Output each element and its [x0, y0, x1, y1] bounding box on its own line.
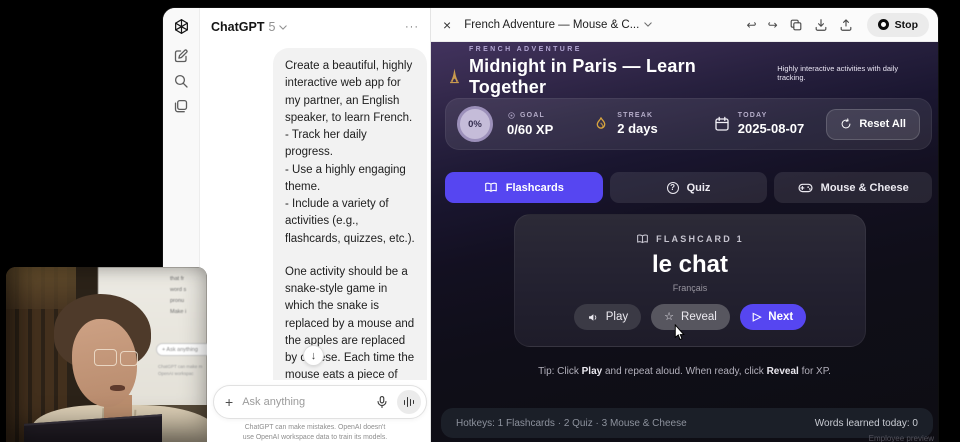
- waveform-icon: [404, 400, 406, 405]
- down-arrow-icon: ↓: [311, 350, 317, 362]
- attach-plus-icon[interactable]: +: [225, 394, 233, 410]
- words-learned-counter: Words learned today: 0: [815, 418, 918, 429]
- compose-icon: [173, 48, 189, 64]
- microphone-icon[interactable]: [375, 395, 389, 409]
- today-value: 2025-08-07: [738, 121, 805, 136]
- tab-label: Quiz: [687, 182, 711, 194]
- conversation-menu-button[interactable]: ···: [405, 21, 419, 33]
- webcam-overlay: that fr word s pronu Make i + Ask anythi…: [6, 267, 207, 442]
- stop-label: Stop: [895, 19, 918, 31]
- reveal-button[interactable]: ☆ Reveal: [651, 304, 730, 330]
- chat-panel: ChatGPT 5 ··· Create a beautiful, highly…: [200, 8, 430, 442]
- canvas-toolbar: ↩ ↪: [747, 13, 929, 37]
- flame-icon: [593, 116, 609, 132]
- streak-stat: STREAK 2 days: [593, 112, 657, 136]
- library-icon: [173, 98, 189, 114]
- app-header: FRENCH ADVENTURE Midnight in Paris — Lea…: [431, 42, 938, 100]
- undo-icon[interactable]: ↩: [747, 18, 757, 32]
- close-icon[interactable]: ×: [443, 17, 451, 33]
- app-tagline: Highly interactive activities with daily…: [777, 62, 928, 82]
- download-icon[interactable]: [814, 18, 828, 32]
- chat-disclaimer: ChatGPT can make mistakes. OpenAI doesn'…: [200, 423, 430, 442]
- flashcard-eyebrow: FLASHCARD 1: [515, 234, 865, 244]
- chevron-down-icon[interactable]: [644, 22, 652, 27]
- reset-all-button[interactable]: Reset All: [826, 109, 920, 140]
- new-chat-button[interactable]: [173, 48, 189, 64]
- book-icon: [636, 234, 649, 244]
- streak-value: 2 days: [617, 121, 657, 136]
- share-icon[interactable]: [839, 18, 853, 32]
- employee-preview-label: Employee preview: [869, 434, 934, 442]
- library-button[interactable]: [173, 98, 189, 114]
- hotkeys-text: Hotkeys: 1 Flashcards · 2 Quiz · 3 Mouse…: [456, 418, 687, 429]
- reset-all-label: Reset All: [859, 118, 906, 130]
- activity-tabs: Flashcards ? Quiz Mouse & Cheese: [445, 172, 932, 203]
- chevron-down-icon[interactable]: [279, 25, 287, 30]
- canvas-title: French Adventure — Mouse & C...: [464, 19, 639, 31]
- today-label: TODAY: [738, 112, 768, 119]
- webcam-vignette: [6, 267, 207, 442]
- composer[interactable]: + Ask anything: [213, 385, 427, 419]
- reset-icon: [840, 118, 852, 130]
- flashcard-eyebrow-label: FLASHCARD 1: [656, 234, 744, 244]
- model-name: ChatGPT: [211, 20, 264, 34]
- gamepad-icon: [798, 182, 813, 193]
- search-icon: [173, 73, 189, 89]
- play-button[interactable]: Play: [574, 304, 641, 330]
- copy-icon[interactable]: [789, 18, 803, 32]
- tab-mouse-cheese[interactable]: Mouse & Cheese: [774, 172, 932, 203]
- goal-value: 0/60 XP: [507, 122, 553, 137]
- star-icon: ☆: [664, 312, 674, 323]
- chat-header: ChatGPT 5 ···: [211, 16, 419, 38]
- disclaimer-line: use OpenAI workspace data to train its m…: [200, 433, 430, 442]
- hotkeys-bar: Hotkeys: 1 Flashcards · 2 Quiz · 3 Mouse…: [441, 408, 933, 438]
- eiffel-tower-icon: [449, 68, 460, 85]
- openai-logo-icon: [173, 18, 190, 35]
- flashcard-language: Français: [515, 283, 865, 293]
- stats-bar: 0% GOAL 0/60 XP: [445, 98, 932, 150]
- scroll-to-bottom-button[interactable]: ↓: [303, 345, 324, 366]
- tab-label: Flashcards: [506, 182, 564, 194]
- next-button[interactable]: ▷ Next: [740, 304, 806, 330]
- app-header-text: FRENCH ADVENTURE Midnight in Paris — Lea…: [469, 46, 777, 98]
- app-eyebrow: FRENCH ADVENTURE: [469, 46, 777, 53]
- voice-mode-button[interactable]: [397, 390, 421, 414]
- book-icon: [484, 182, 498, 193]
- chatgpt-window: ChatGPT 5 ··· Create a beautiful, highly…: [163, 8, 938, 442]
- redo-icon[interactable]: ↪: [768, 18, 778, 32]
- mouse-cursor: [674, 324, 686, 341]
- quiz-icon: ?: [667, 182, 679, 194]
- calendar-icon: [714, 116, 730, 132]
- chat-input[interactable]: Ask anything: [242, 396, 375, 408]
- goal-label: GOAL: [520, 112, 545, 119]
- tab-label: Mouse & Cheese: [821, 182, 909, 194]
- app-title: Midnight in Paris — Learn Together: [469, 56, 777, 98]
- goal-stat: GOAL 0/60 XP: [507, 111, 553, 137]
- progress-circle: 0%: [457, 106, 493, 142]
- tab-quiz[interactable]: ? Quiz: [610, 172, 768, 203]
- play-triangle-icon: ▷: [753, 312, 761, 323]
- canvas-panel: × French Adventure — Mouse & C... ↩ ↪: [430, 8, 938, 442]
- reveal-label: Reveal: [681, 311, 717, 323]
- tab-flashcards[interactable]: Flashcards: [445, 172, 603, 203]
- target-icon: [507, 111, 516, 120]
- stop-icon: [878, 19, 889, 30]
- play-label: Play: [606, 311, 628, 323]
- screen: ChatGPT 5 ··· Create a beautiful, highly…: [0, 0, 960, 442]
- flashcard-word: le chat: [515, 251, 865, 279]
- flashcard-buttons: Play ☆ Reveal ▷ Next: [515, 304, 865, 330]
- search-button[interactable]: [173, 73, 189, 89]
- model-version: 5: [268, 20, 275, 34]
- speaker-icon: [587, 312, 599, 323]
- streak-label: STREAK: [617, 112, 653, 119]
- today-stat: TODAY 2025-08-07: [714, 112, 805, 136]
- next-label: Next: [768, 311, 793, 323]
- flashcard: FLASHCARD 1 le chat Français Play: [514, 214, 866, 347]
- user-message-paragraph: Create a beautiful, highly interactive w…: [285, 58, 415, 248]
- disclaimer-line: ChatGPT can make mistakes. OpenAI doesn'…: [200, 423, 430, 433]
- stop-button[interactable]: Stop: [867, 13, 929, 37]
- french-app: FRENCH ADVENTURE Midnight in Paris — Lea…: [431, 42, 938, 442]
- canvas-titlebar: × French Adventure — Mouse & C... ↩ ↪: [431, 8, 938, 42]
- tip-text: Tip: Click Play and repeat aloud. When r…: [431, 366, 938, 377]
